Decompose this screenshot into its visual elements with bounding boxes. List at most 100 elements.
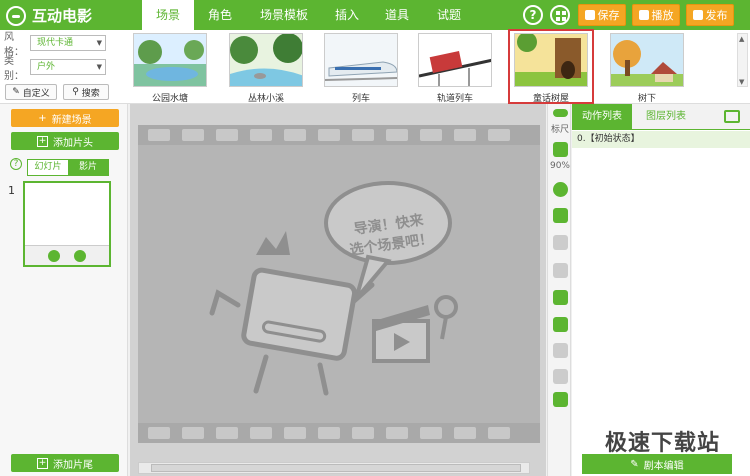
scene-label-train: 列车 [351, 94, 370, 104]
search-label: 搜索 [81, 88, 100, 99]
under-tree-image [611, 34, 683, 86]
tab-role[interactable]: 角色 [194, 0, 246, 30]
plus-icon: + [37, 135, 48, 147]
play-button[interactable]: 播放 [632, 4, 680, 26]
layout-button[interactable] [550, 5, 570, 25]
scene-label-under-tree: 树下 [637, 94, 656, 104]
undo-icon[interactable] [553, 290, 568, 305]
category-select[interactable]: 户外 [30, 59, 106, 75]
save-button[interactable]: 保存 [578, 4, 626, 26]
add-head-label: 添加片头 [53, 137, 93, 149]
fit-screen-icon[interactable] [553, 392, 568, 407]
scene-thumb-park-pond[interactable] [133, 33, 207, 87]
move-icon[interactable] [553, 208, 568, 223]
mode-toggle: 幻灯片 影片 [27, 159, 109, 176]
expand-icon[interactable] [553, 142, 568, 157]
play-label: 播放 [651, 9, 674, 22]
action-item-initial[interactable]: 0.【初始状态】 [572, 131, 750, 148]
app-title: 互动电影 [32, 7, 93, 25]
add-tail-label: 添加片尾 [53, 459, 93, 471]
scene-list-scrollbar[interactable]: ▲ ▼ [737, 33, 748, 87]
film-holes-bottom [138, 423, 540, 443]
add-tail-button[interactable]: + 添加片尾 [11, 454, 119, 472]
search-icon: ⚲ [72, 87, 79, 97]
custom-button[interactable]: ✎ 自定义 [5, 84, 57, 100]
style-filter: 风格： 现代卡通 [4, 32, 106, 58]
scene-thumb-jungle-stream[interactable] [229, 33, 303, 87]
save-icon [584, 10, 595, 20]
help-button[interactable]: ? [523, 5, 543, 25]
jungle-stream-image [230, 34, 302, 86]
scene-thumb-under-tree[interactable] [610, 33, 684, 87]
plus-icon: + [37, 457, 48, 469]
new-scene-label: 新建场景 [51, 114, 92, 126]
film-holes-top [138, 125, 540, 145]
publish-icon [692, 10, 703, 20]
right-panel: 动作列表 图层列表 0.【初始状态】 [572, 104, 750, 476]
grid-icon [556, 11, 566, 21]
scene-label-park-pond: 公园水塘 [151, 94, 188, 104]
scene-number: 1 [8, 184, 15, 197]
copy-scene-icon[interactable] [74, 249, 86, 262]
mode-film-button[interactable]: 影片 [68, 160, 108, 175]
tab-insert[interactable]: 插入 [322, 0, 372, 30]
side-toolbar: 标尺 90% [547, 104, 571, 476]
app-logo: 互动电影 [6, 5, 92, 26]
train-image [325, 34, 397, 86]
film-strip: 导演！快来 选个场景吧！ [138, 125, 540, 443]
layer-up-icon[interactable] [553, 369, 568, 384]
watermark: 极速下载站 [605, 431, 721, 456]
panel-toggle-icon[interactable] [724, 110, 740, 123]
rail-train-image [419, 34, 491, 86]
scroll-down-icon[interactable]: ▼ [739, 78, 746, 86]
play-icon [638, 10, 649, 20]
bring-forward-icon[interactable] [553, 235, 568, 250]
tab-action-list[interactable]: 动作列表 [572, 104, 632, 130]
ruler-label: 标尺 [550, 125, 569, 135]
tab-layer-list[interactable]: 图层列表 [636, 104, 696, 130]
stage-canvas[interactable]: 导演！快来 选个场景吧！ [138, 145, 540, 423]
scene-thumb-train[interactable] [324, 33, 398, 87]
send-backward-icon[interactable] [553, 263, 568, 278]
empty-stage-illustration [209, 181, 458, 396]
scene-card[interactable] [23, 181, 111, 267]
pencil-icon: ✎ [630, 458, 639, 470]
tab-scene[interactable]: 场景 [142, 0, 194, 30]
publish-button[interactable]: 发布 [686, 4, 734, 26]
add-head-button[interactable]: + 添加片头 [11, 132, 119, 150]
search-button[interactable]: ⚲ 搜索 [63, 84, 109, 100]
scene-label-rail-train: 轨道列车 [436, 94, 473, 104]
zoom-level: 90% [549, 161, 570, 171]
play-scene-icon[interactable] [48, 249, 60, 262]
right-tabs: 动作列表 图层列表 [572, 104, 750, 130]
mode-slide-button[interactable]: 幻灯片 [28, 160, 68, 175]
scroll-thumb[interactable] [151, 464, 521, 472]
tab-scene-template[interactable]: 场景模板 [246, 0, 322, 30]
main-tabs: 场景 角色 场景模板 插入 道具 试题 [142, 0, 476, 30]
style-select[interactable]: 现代卡通 [30, 35, 106, 51]
tab-props[interactable]: 道具 [372, 0, 422, 30]
scroll-up-icon[interactable]: ▲ [739, 35, 746, 43]
custom-label: 自定义 [22, 88, 50, 99]
tab-quiz[interactable]: 试题 [422, 0, 476, 30]
park-pond-image [134, 34, 206, 86]
stage-horizontal-scrollbar[interactable] [138, 462, 530, 474]
publish-label: 发布 [705, 9, 728, 22]
edit-icon: ✎ [12, 87, 20, 97]
layer-down-icon[interactable] [553, 343, 568, 358]
save-label: 保存 [597, 9, 620, 22]
script-edit-label: 剧本编辑 [643, 460, 684, 472]
new-scene-icon: + [38, 112, 47, 124]
scene-thumb-rail-train[interactable] [418, 33, 492, 87]
redo-icon[interactable] [553, 317, 568, 332]
rotate-icon[interactable] [553, 182, 568, 197]
logo-icon [6, 5, 26, 26]
ruler-toggle[interactable] [553, 109, 568, 117]
top-bar: 互动电影 场景 角色 场景模板 插入 道具 试题 ? 保存 播放 发布 [0, 0, 750, 30]
new-scene-button[interactable]: + 新建场景 [11, 109, 119, 127]
scene-card-actions [25, 245, 109, 265]
mode-help-icon[interactable]: ? [10, 158, 22, 170]
category-filter: 类别： 户外 [4, 56, 106, 82]
scene-label-jungle-stream: 丛林小溪 [247, 94, 284, 104]
script-edit-button[interactable]: ✎ 剧本编辑 [582, 454, 732, 474]
